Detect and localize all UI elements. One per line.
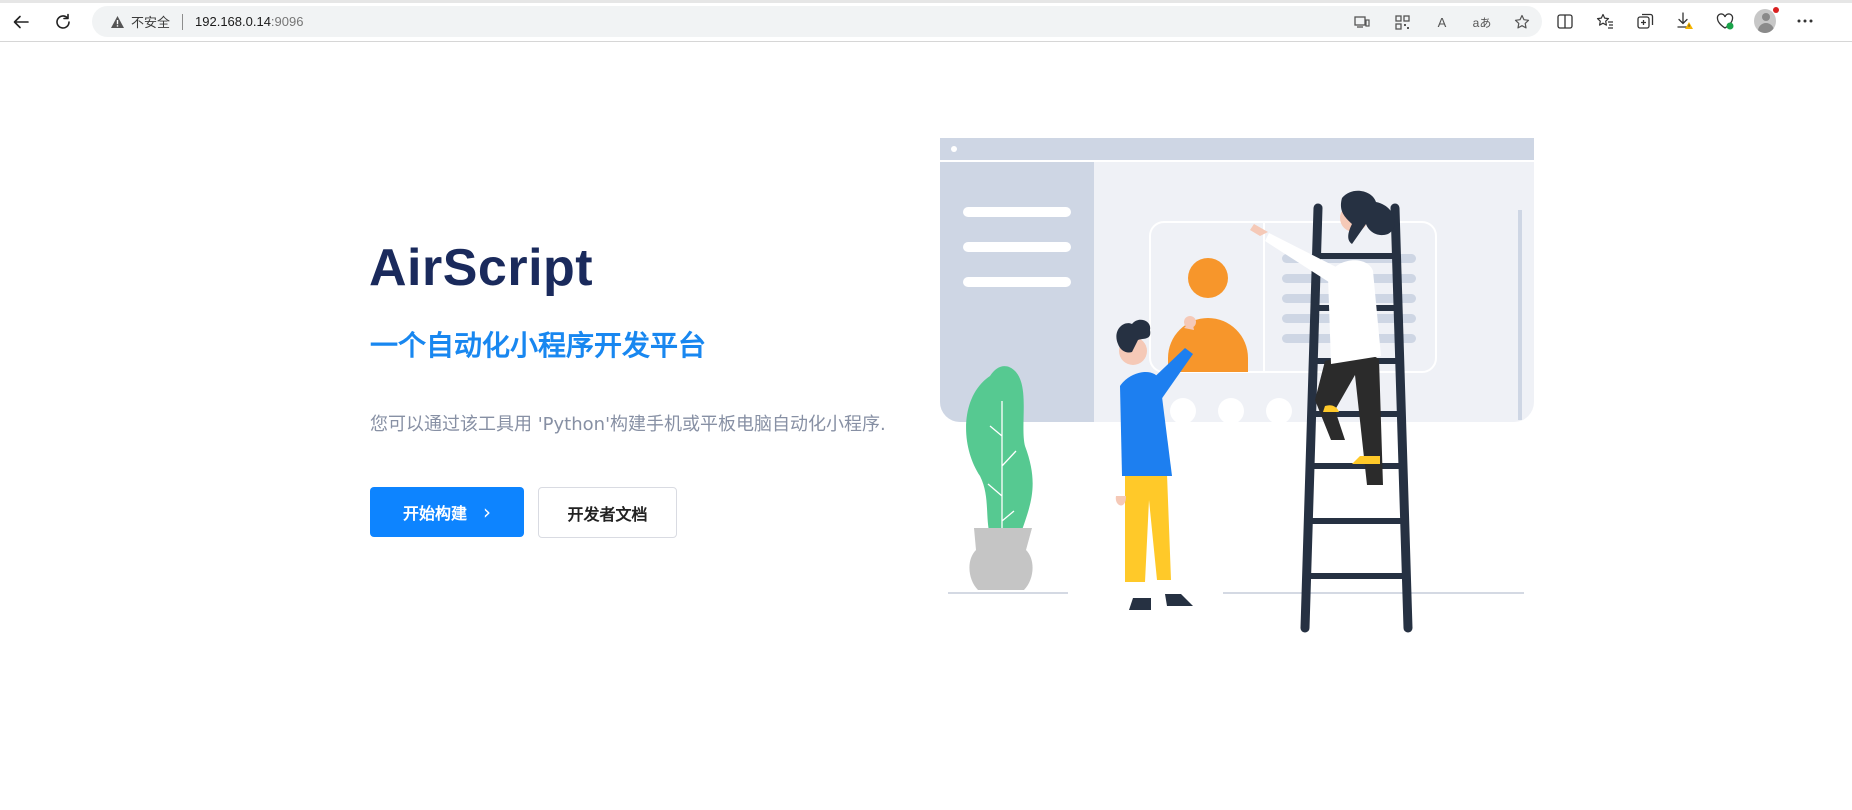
reload-icon (56, 13, 70, 29)
page-title: AirScript (369, 239, 594, 297)
plant-pot (969, 528, 1033, 590)
page-subtitle: 一个自动化小程序开发平台 (370, 329, 707, 362)
address-bar[interactable]: 不安全 192.168.0.14:9096 A aあ (92, 6, 1542, 37)
scroll-track (1518, 210, 1522, 420)
man-left-shoe (1129, 598, 1151, 610)
read-aloud-icon[interactable]: A (1432, 12, 1452, 32)
more-menu-icon[interactable] (1794, 10, 1816, 32)
split-screen-icon[interactable] (1554, 10, 1576, 32)
window-dot (951, 146, 957, 152)
avatar (1754, 9, 1776, 33)
window-titlebar (940, 138, 1534, 160)
warning-triangle-icon[interactable] (109, 14, 125, 30)
start-building-label: 开始构建 (402, 504, 467, 523)
developer-docs-button[interactable]: 开发者文档 (538, 487, 677, 538)
browser-essentials-icon[interactable] (1714, 10, 1736, 32)
translate-icon[interactable]: aあ (1472, 12, 1492, 32)
app-available-icon[interactable] (1352, 12, 1372, 32)
card-avatar-head (1188, 258, 1228, 298)
url-host[interactable]: 192.168.0.14 (195, 14, 271, 29)
qr-code-icon[interactable] (1392, 12, 1412, 32)
developer-docs-label: 开发者文档 (567, 504, 648, 524)
hero-illustration (940, 138, 1534, 633)
back-arrow-icon (13, 15, 29, 29)
woman-shoe-back (1352, 456, 1380, 464)
pager-dot-1 (1170, 398, 1196, 424)
reload-button[interactable] (50, 9, 76, 35)
back-button[interactable] (8, 9, 34, 35)
security-label[interactable]: 不安全 (131, 12, 170, 31)
url-port[interactable]: :9096 (271, 14, 304, 29)
notification-dot (1773, 7, 1779, 13)
address-bar-actions: A aあ (1352, 12, 1532, 32)
browser-toolbar: 不安全 192.168.0.14:9096 A aあ (0, 0, 1852, 42)
man-right-shoe (1165, 594, 1193, 606)
tab-strip-edge (0, 0, 1852, 3)
pager-dot-3 (1266, 398, 1292, 424)
chevron-right-icon: › (483, 500, 491, 524)
downloads-icon[interactable] (1674, 10, 1696, 32)
sidebar-line-2 (963, 242, 1071, 252)
page-description: 您可以通过该工具用 'Python'构建手机或平板电脑自动化小程序. (370, 414, 886, 435)
sidebar-line-1 (963, 207, 1071, 217)
favorite-star-icon[interactable] (1512, 12, 1532, 32)
address-divider (182, 13, 184, 30)
sidebar-line-3 (963, 277, 1071, 287)
pager-dot-2 (1218, 398, 1244, 424)
man-legs (1125, 474, 1171, 582)
start-building-button[interactable]: 开始构建 › (370, 487, 524, 537)
plant-leaf (966, 366, 1033, 536)
profile-button[interactable] (1754, 7, 1779, 33)
favorites-icon[interactable] (1594, 10, 1616, 32)
man-left-hand (1115, 496, 1126, 506)
collections-icon[interactable] (1634, 10, 1656, 32)
browser-toolbar-actions (1554, 7, 1816, 33)
